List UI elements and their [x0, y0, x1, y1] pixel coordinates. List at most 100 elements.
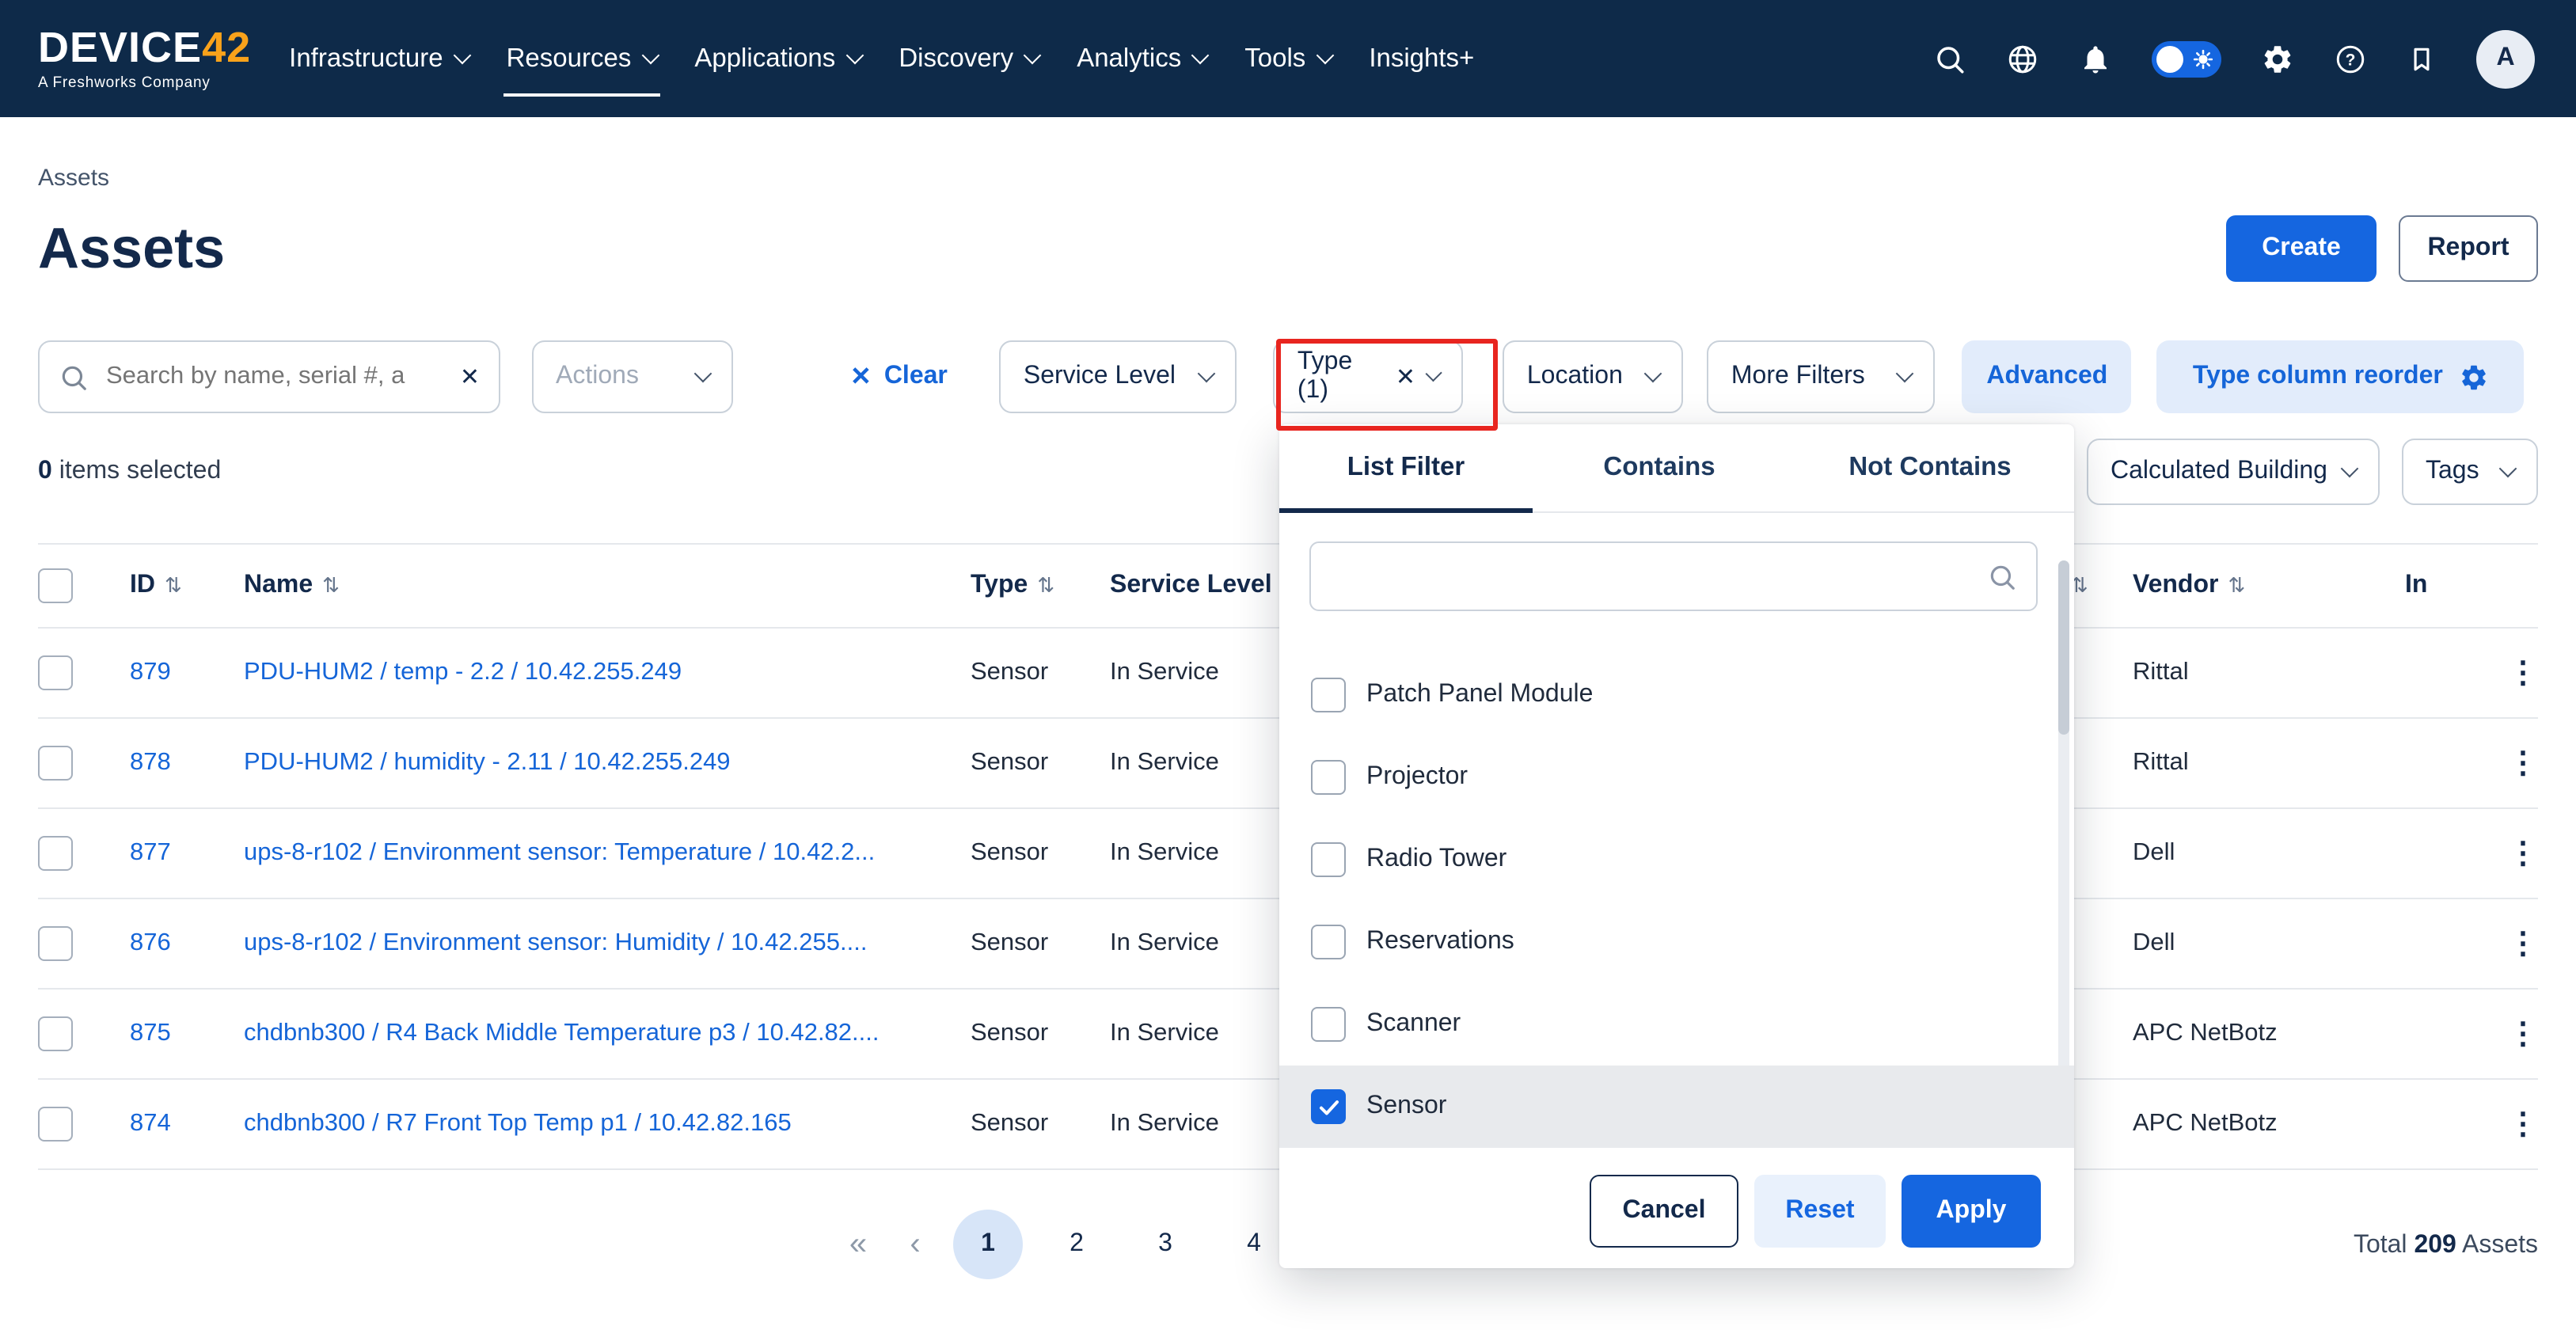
report-button[interactable]: Report [2399, 215, 2538, 282]
checkbox-unchecked[interactable] [1311, 1007, 1346, 1042]
row-checkbox[interactable] [38, 655, 73, 690]
nav-item-insights[interactable]: Insights+ [1366, 0, 1477, 117]
cancel-button[interactable]: Cancel [1590, 1175, 1738, 1248]
row-actions-kebab-icon[interactable]: ⋮ [2508, 929, 2538, 959]
checkbox-unchecked[interactable] [1311, 842, 1346, 877]
filter-option-scanner[interactable]: Scanner [1279, 983, 2074, 1066]
popover-search-input[interactable] [1330, 561, 1987, 591]
clear-search-icon[interactable]: ✕ [460, 363, 480, 391]
checkbox-unchecked[interactable] [1311, 925, 1346, 959]
sort-icon[interactable]: ⇅ [1037, 573, 1054, 598]
cell-id-link[interactable]: 877 [130, 839, 171, 868]
checkbox-checked[interactable] [1311, 1089, 1346, 1124]
calculated-building-dropdown[interactable]: Calculated Building [2087, 439, 2380, 505]
previous-page-button[interactable]: ‹ [896, 1226, 934, 1263]
cell-id-link[interactable]: 875 [130, 1020, 171, 1048]
chevron-down-icon [453, 47, 471, 65]
apply-button[interactable]: Apply [1902, 1175, 2041, 1248]
actions-dropdown[interactable]: Actions [532, 340, 733, 413]
row-actions-kebab-icon[interactable]: ⋮ [2508, 658, 2538, 688]
bookmark-icon[interactable] [2407, 44, 2437, 74]
cell-name-link[interactable]: PDU-HUM2 / temp - 2.2 / 10.42.255.249 [244, 629, 971, 717]
advanced-button[interactable]: Advanced [1962, 340, 2132, 413]
nav-item-infrastructure[interactable]: Infrastructure [286, 0, 471, 117]
column-header-service-level[interactable]: Service Level [1110, 572, 1282, 600]
cell-type: Sensor [971, 929, 1110, 958]
globe-icon[interactable] [2006, 42, 2039, 75]
row-actions-kebab-icon[interactable]: ⋮ [2508, 1019, 2538, 1049]
asset-search-input[interactable] [103, 361, 446, 393]
service-level-filter[interactable]: Service Level [1000, 340, 1237, 413]
remove-type-filter-icon[interactable]: ✕ [1396, 363, 1415, 391]
column-header-vendor[interactable]: Vendor⇅ [2133, 572, 2405, 600]
page-button-2[interactable]: 2 [1042, 1210, 1111, 1279]
cell-name-link[interactable]: ups-8-r102 / Environment sensor: Tempera… [244, 809, 971, 898]
reset-button[interactable]: Reset [1754, 1175, 1886, 1248]
nav-item-label: Applications [694, 44, 835, 74]
nav-item-applications[interactable]: Applications [691, 0, 864, 117]
help-icon[interactable]: ? [2334, 42, 2367, 75]
clear-filters-button[interactable]: ✕ Clear [850, 361, 948, 393]
type-column-reorder-button[interactable]: Type column reorder [2157, 340, 2525, 413]
column-header-name[interactable]: Name⇅ [244, 572, 971, 600]
cell-name-link[interactable]: chdbnb300 / R7 Front Top Temp p1 / 10.42… [244, 1080, 971, 1168]
location-filter[interactable]: Location [1503, 340, 1684, 413]
row-actions-kebab-icon[interactable]: ⋮ [2508, 1109, 2538, 1139]
row-actions-kebab-icon[interactable]: ⋮ [2508, 748, 2538, 778]
row-checkbox[interactable] [38, 1016, 73, 1051]
cell-name-link[interactable]: ups-8-r102 / Environment sensor: Humidit… [244, 899, 971, 988]
chevron-down-icon [694, 365, 712, 383]
tab-not-contains[interactable]: Not Contains [1786, 424, 2074, 511]
theme-toggle[interactable] [2152, 40, 2221, 77]
nav-item-tools[interactable]: Tools [1241, 0, 1334, 117]
tab-list-filter[interactable]: List Filter [1279, 424, 1533, 511]
cell-name-link[interactable]: PDU-HUM2 / humidity - 2.11 / 10.42.255.2… [244, 719, 971, 807]
more-filters-dropdown[interactable]: More Filters [1708, 340, 1936, 413]
filter-option-reservations[interactable]: Reservations [1279, 901, 2074, 983]
sort-icon[interactable]: ⇅ [165, 573, 182, 598]
column-header-in[interactable]: In [2405, 572, 2481, 600]
nav-item-analytics[interactable]: Analytics [1073, 0, 1210, 117]
row-checkbox[interactable] [38, 926, 73, 961]
type-filter[interactable]: Type (1) ✕ [1274, 340, 1464, 413]
checkbox-unchecked[interactable] [1311, 678, 1346, 712]
close-icon: ✕ [850, 361, 872, 393]
select-all-checkbox[interactable] [38, 568, 73, 603]
settings-gear-icon[interactable] [2261, 42, 2294, 75]
user-avatar[interactable]: A [2476, 29, 2535, 88]
sort-icon[interactable]: ⇅ [322, 573, 340, 598]
first-page-button[interactable]: « [839, 1226, 877, 1263]
search-icon[interactable] [1933, 42, 1966, 75]
cell-id-link[interactable]: 874 [130, 1110, 171, 1138]
row-checkbox[interactable] [38, 746, 73, 781]
breadcrumb[interactable]: Assets [38, 165, 2538, 192]
create-button[interactable]: Create [2226, 215, 2377, 282]
row-checkbox[interactable] [38, 836, 73, 871]
cell-id-link[interactable]: 876 [130, 929, 171, 958]
sort-icon[interactable]: ⇅ [2228, 573, 2245, 598]
device42-logo[interactable]: DEVICE42 A Freshworks Company [38, 26, 251, 91]
cell-id-link[interactable]: 878 [130, 749, 171, 777]
checkbox-unchecked[interactable] [1311, 760, 1346, 795]
page-button-4[interactable]: 4 [1219, 1210, 1289, 1279]
filter-option-radio-tower[interactable]: Radio Tower [1279, 819, 2074, 901]
filter-option-patch-panel-module[interactable]: Patch Panel Module [1279, 654, 2074, 736]
page-button-3[interactable]: 3 [1130, 1210, 1200, 1279]
row-actions-kebab-icon[interactable]: ⋮ [2508, 838, 2538, 868]
notifications-bell-icon[interactable] [2079, 42, 2112, 75]
tab-contains[interactable]: Contains [1533, 424, 1786, 511]
tags-dropdown[interactable]: Tags [2402, 439, 2538, 505]
reorder-label: Type column reorder [2193, 363, 2443, 391]
column-header-id[interactable]: ID⇅ [130, 572, 244, 600]
column-header-type[interactable]: Type⇅ [971, 572, 1110, 600]
sun-icon [2193, 48, 2213, 77]
filter-option-projector[interactable]: Projector [1279, 736, 2074, 819]
filter-option-sensor[interactable]: Sensor [1279, 1066, 2074, 1148]
cell-id-link[interactable]: 879 [130, 659, 171, 687]
nav-item-discovery[interactable]: Discovery [895, 0, 1042, 117]
row-checkbox[interactable] [38, 1107, 73, 1142]
cell-name-link[interactable]: chdbnb300 / R4 Back Middle Temperature p… [244, 990, 971, 1078]
nav-item-resources[interactable]: Resources [503, 0, 660, 117]
page-button-1[interactable]: 1 [953, 1210, 1023, 1279]
chevron-down-icon [1316, 47, 1334, 65]
